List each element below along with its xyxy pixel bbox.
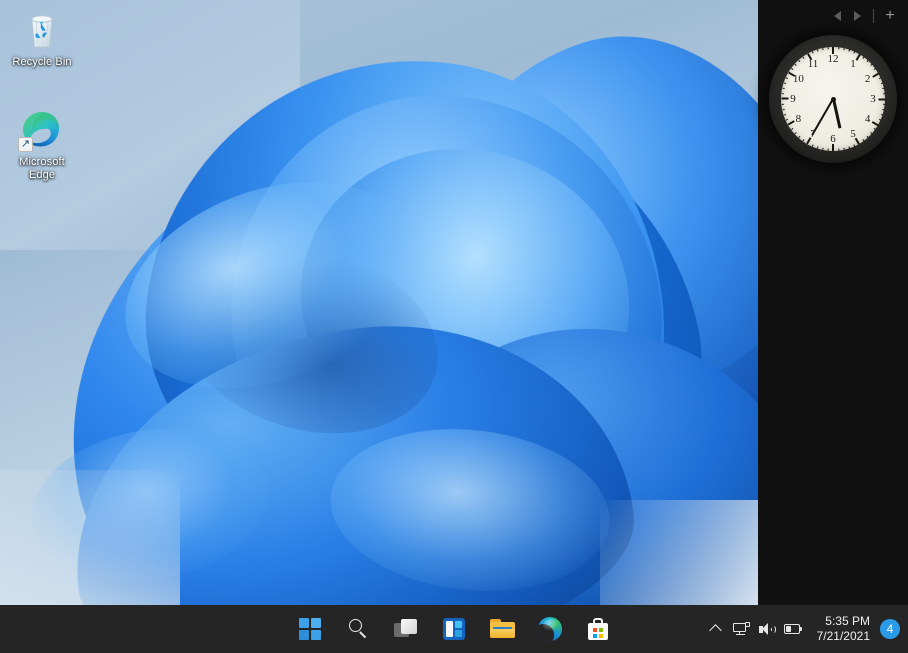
clock-numeral: 11: [807, 58, 819, 71]
clock-numeral: 5: [850, 127, 856, 140]
widgets-icon: [443, 618, 465, 640]
windows-desktop-screen: Recycle Bin ↗ Microsoft Edge + 12 1 2 3 …: [0, 0, 908, 653]
taskbar-time: 5:35 PM: [825, 614, 870, 628]
wallpaper-bloom: [0, 0, 758, 605]
clock-numeral: 10: [792, 73, 804, 85]
add-gadget-button[interactable]: +: [880, 8, 900, 24]
battery-button[interactable]: [781, 614, 807, 644]
desktop-icon-label: Recycle Bin: [12, 56, 72, 68]
folder-icon: [489, 619, 515, 639]
show-hidden-icons-button[interactable]: [703, 614, 729, 644]
desktop-icon-label-line2: Edge: [28, 169, 56, 181]
clock-date-button[interactable]: 5:35 PM 7/21/2021: [807, 614, 878, 644]
search-button[interactable]: [345, 616, 371, 642]
next-gadget-button[interactable]: [847, 8, 867, 24]
gadget-controls: +: [827, 8, 900, 24]
clock-gadget[interactable]: 12 1 2 3 4 5 6 7 8 9 10 11: [766, 33, 900, 165]
clock-numeral: 6: [830, 133, 836, 145]
battery-icon: [783, 623, 804, 635]
desktop-icon-microsoft-edge[interactable]: ↗ Microsoft Edge: [0, 106, 84, 182]
desktop-icon-label-line1: Microsoft: [19, 156, 65, 168]
search-icon: [347, 618, 369, 640]
edge-icon: [538, 617, 562, 641]
plus-icon: +: [885, 7, 895, 24]
notification-badge[interactable]: 4: [880, 619, 900, 639]
recycle-bin-icon: [19, 6, 65, 52]
clock-face: 12 1 2 3 4 5 6 7 8 9 10 11: [781, 47, 885, 151]
taskbar: 5:35 PM 7/21/2021 4: [0, 605, 908, 653]
shortcut-overlay-icon: ↗: [18, 137, 33, 152]
clock-numeral: 8: [795, 113, 802, 125]
previous-gadget-button[interactable]: [827, 8, 847, 24]
controls-divider: [873, 9, 874, 23]
clock-numeral: 2: [864, 73, 871, 85]
network-button[interactable]: [729, 614, 755, 644]
desktop-icon-label: Microsoft Edge: [19, 156, 65, 182]
windows-logo-icon: [299, 618, 321, 640]
clock-numeral: 4: [864, 113, 871, 125]
chevron-left-icon: [833, 11, 841, 21]
volume-button[interactable]: [755, 614, 781, 644]
network-icon: [732, 621, 751, 637]
desktop-icon-recycle-bin[interactable]: Recycle Bin: [0, 6, 84, 69]
store-button[interactable]: [585, 616, 611, 642]
taskbar-date: 7/21/2021: [816, 629, 870, 643]
start-button[interactable]: [297, 616, 323, 642]
desktop-area[interactable]: Recycle Bin ↗ Microsoft Edge: [0, 0, 758, 605]
shopping-bag-icon: [587, 618, 609, 640]
clock-numeral: 9: [790, 93, 796, 105]
clock-bezel: 12 1 2 3 4 5 6 7 8 9 10 11: [769, 35, 897, 163]
chevron-up-icon: [709, 624, 722, 637]
clock-numeral: 12: [827, 53, 839, 65]
task-view-icon: [394, 619, 418, 639]
file-explorer-button[interactable]: [489, 616, 515, 642]
clock-numeral: 7: [810, 127, 816, 140]
edge-icon: ↗: [18, 106, 65, 152]
gadget-sidebar: + 121234567891011 Finish i Drag somethin…: [758, 0, 908, 605]
wallpaper-corner-bottom-right: [600, 500, 758, 605]
edge-button[interactable]: [537, 616, 563, 642]
system-tray: 5:35 PM 7/21/2021 4: [703, 605, 900, 653]
clock-numeral: 1: [850, 58, 856, 71]
speaker-icon: [758, 622, 777, 637]
clock-numeral: 3: [870, 93, 876, 105]
task-view-button[interactable]: [393, 616, 419, 642]
widgets-button[interactable]: [441, 616, 467, 642]
chevron-right-icon: [853, 11, 861, 21]
wallpaper-corner-bottom-left: [0, 470, 180, 605]
